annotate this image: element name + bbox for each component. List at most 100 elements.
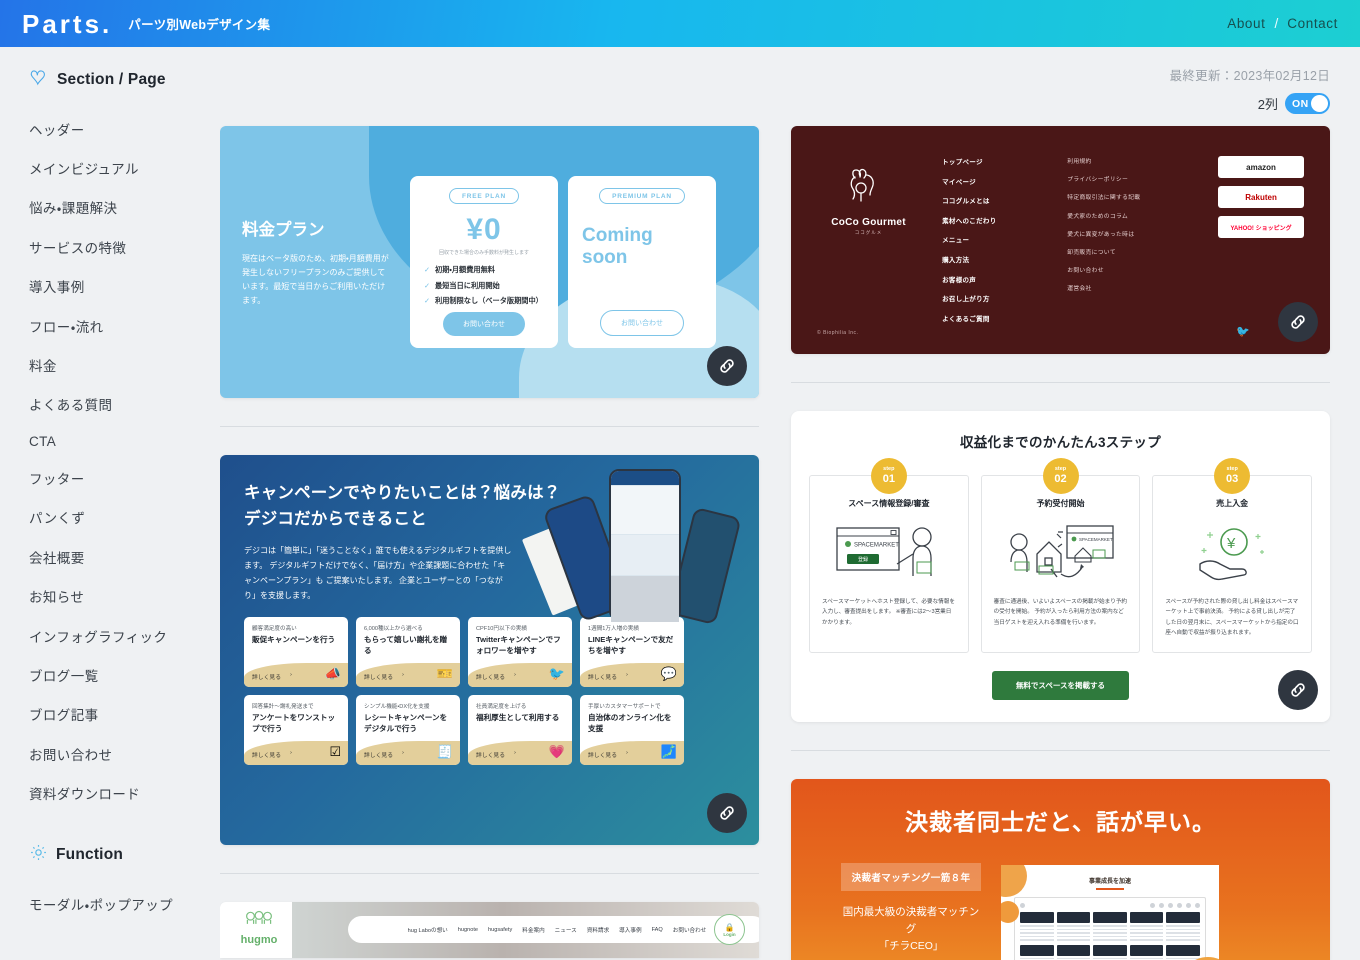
sidebar-item-document-download[interactable]: 資料ダウンロード	[29, 773, 220, 812]
footer-link[interactable]: 素材へのこだわり	[942, 215, 1045, 225]
footer-menu-primary: トップページ マイページ ココグルメとは 素材へのこだわり メニュー 購入方法 …	[942, 156, 1045, 332]
footer-link[interactable]: 特定商取引法に関する記載	[1067, 192, 1196, 201]
footer-link[interactable]: 利用規約	[1067, 156, 1196, 165]
campaign-feature-card[interactable]: シンプル機能・DX化を支援 レシートキャンペーンをデジタルで行う 詳しく見る › …	[356, 695, 460, 766]
campaign-feature-card[interactable]: CPF10円以下の実績 Twitterキャンペーンでフォロワーを増やす 詳しく見…	[468, 617, 572, 688]
footer-link[interactable]: ココグルメとは	[942, 195, 1045, 205]
sidebar-heading-function-label: Function	[56, 845, 124, 863]
footer-link[interactable]: 運営会社	[1067, 283, 1196, 292]
feature-more-link[interactable]: 詳しく見る ›	[476, 750, 516, 759]
sidebar-item-company-profile[interactable]: 会社概要	[29, 537, 220, 576]
feature-more-link[interactable]: 詳しく見る ›	[252, 672, 292, 681]
sidebar-item-flow[interactable]: フロー・流れ	[29, 306, 220, 345]
step-card-01: step 01 スペース情報登録/審査 SPACEMARKET 登録 スペースマ…	[809, 458, 969, 654]
copy-link-button[interactable]	[707, 346, 747, 386]
hugmo-nav-item[interactable]: FAQ	[652, 927, 663, 933]
plan-contact-button[interactable]: お問い合わせ	[600, 309, 684, 336]
copy-link-button[interactable]	[707, 793, 747, 833]
hugmo-nav-item[interactable]: 導入事例	[619, 926, 641, 934]
step-card-02: step 02 予約受付開始 SPACEMARKET 審査に通過後、いよいよスペ…	[980, 458, 1141, 654]
steps-cta-button[interactable]: 無料でスペースを掲載する	[991, 671, 1130, 701]
sidebar-item-blog-list[interactable]: ブログ一覧	[29, 655, 220, 694]
nav-link-contact[interactable]: Contact	[1287, 16, 1338, 31]
campaign-feature-card[interactable]: 社員満足度を上げる 福利厚生として利用する 詳しく見る › 💗	[468, 695, 572, 766]
nav-separator: /	[1274, 16, 1279, 31]
feature-more-link[interactable]: 詳しく見る ›	[252, 750, 292, 759]
step-text: 審査に通過後、いよいよスペースの掲載が始まり予約の受付を開始。 予約が入ったら利…	[993, 599, 1128, 626]
sidebar-item-problem-solving[interactable]: 悩み・課題解決	[29, 188, 220, 227]
sidebar-item-blog-article[interactable]: ブログ記事	[29, 695, 220, 734]
hugmo-login-button[interactable]: 🔒 Login	[714, 914, 745, 945]
feature-subtitle: 手厚いカスタマーサポートで	[588, 704, 661, 711]
footer-link[interactable]: 愛犬家のためのコラム	[1067, 211, 1196, 220]
app-tagline: パーツ別Webデザイン集	[128, 18, 271, 32]
step-card-03: step 03 売上入金 ¥ スペースが予約された際の貸し出し料金はスペースマー…	[1152, 458, 1313, 654]
plan-contact-button[interactable]: お問い合わせ	[443, 312, 525, 336]
card-pricing-plan[interactable]: 料金プラン 現在はベータ版のため、初期・月額費用が発生しないフリープランのみご提…	[220, 126, 759, 398]
footer-link[interactable]: お召し上がり方	[942, 293, 1045, 303]
campaign-feature-card[interactable]: 手厚いカスタマーサポートで 自治体のオンライン化を支援 詳しく見る › 🗾	[580, 695, 684, 766]
sidebar-item-header[interactable]: ヘッダー	[29, 109, 220, 148]
feature-more-link[interactable]: 詳しく見る ›	[364, 750, 404, 759]
dog-logo-icon	[841, 162, 897, 210]
sidebar-item-cta[interactable]: CTA	[29, 424, 220, 458]
plan-feature: ✓ 初期・月額費用無料	[424, 265, 544, 275]
nav-link-about[interactable]: About	[1227, 16, 1265, 31]
card-steps[interactable]: 収益化までのかんたん3ステップ step 01 スペース情報登録/審査 SPAC…	[791, 411, 1330, 723]
hugmo-nav-item[interactable]: お問い合わせ	[673, 926, 707, 934]
campaign-feature-card[interactable]: 1週間1万人増の実績 LINEキャンペーンで友だちを増やす 詳しく見る › 💬	[580, 617, 684, 688]
feature-more-link[interactable]: 詳しく見る ›	[588, 672, 628, 681]
footer-link[interactable]: 購入方法	[942, 254, 1045, 264]
footer-link[interactable]: 愛犬に異変があった時は	[1067, 229, 1196, 238]
hugmo-nav-item[interactable]: hugsafety	[488, 927, 512, 933]
sidebar-item-contact[interactable]: お問い合わせ	[29, 734, 220, 773]
campaign-feature-card[interactable]: 回答集計〜謝礼発送まで アンケートをワンストップで行う 詳しく見る › ☑	[244, 695, 348, 766]
feature-more-link[interactable]: 詳しく見る ›	[588, 750, 628, 759]
footer-link[interactable]: お客様の声	[942, 274, 1045, 284]
sidebar-heading-section-page: Section / Page	[29, 69, 220, 91]
sidebar-item-news[interactable]: お知らせ	[29, 577, 220, 616]
sidebar-item-main-visual[interactable]: メインビジュアル	[29, 148, 220, 187]
footer-link[interactable]: 卸売販売について	[1067, 247, 1196, 256]
footer-link[interactable]: お問い合わせ	[1067, 265, 1196, 274]
sidebar-item-modal-popup[interactable]: モーダル・ポップアップ	[29, 885, 220, 924]
sidebar-item-faq[interactable]: よくある質問	[29, 385, 220, 424]
sidebar-item-service-features[interactable]: サービスの特徴	[29, 227, 220, 266]
copy-link-button[interactable]	[1278, 302, 1318, 342]
twitter-icon[interactable]: 🐦	[1236, 325, 1250, 338]
card-campaign[interactable]: キャンペーンでやりたいことは？悩みは？ デジコだからできること デジコは「簡単に…	[220, 455, 759, 845]
hugmo-nav-item[interactable]: 資料請求	[587, 926, 609, 934]
column-toggle-switch[interactable]: ON	[1285, 93, 1330, 114]
footer-link[interactable]: トップページ	[942, 156, 1045, 166]
sidebar-item-pricing[interactable]: 料金	[29, 345, 220, 384]
step-label: step	[1226, 466, 1238, 473]
card-orange-cta[interactable]: 決裁者同士だと、話が早い。 決裁者マッチング一筋８年 国内最大級の決裁者マッチン…	[791, 779, 1330, 960]
footer-link[interactable]: メニュー	[942, 234, 1045, 244]
hugmo-nav-item[interactable]: hug Laboの想い	[408, 926, 448, 934]
campaign-feature-card[interactable]: 顧客満足度の高い 販促キャンペーンを行う 詳しく見る › 📣	[244, 617, 348, 688]
toggle-state-label: ON	[1292, 97, 1309, 110]
hugmo-nav-item[interactable]: 料金案内	[522, 926, 544, 934]
footer-link[interactable]: マイページ	[942, 176, 1045, 186]
copy-link-button[interactable]	[1278, 670, 1318, 711]
footer-link[interactable]: プライバシーポリシー	[1067, 174, 1196, 183]
card-hugmo-header[interactable]: hugmo hug Laboの想い hugnote hugsafety 料金案内…	[220, 902, 759, 958]
shop-badge-yahoo[interactable]: YAHOO! ショッピング	[1218, 216, 1305, 238]
feature-more-link[interactable]: 詳しく見る ›	[476, 672, 516, 681]
sidebar-item-breadcrumb[interactable]: パンくず	[29, 498, 220, 537]
hugmo-nav-item[interactable]: hugnote	[458, 927, 478, 933]
shop-badge-amazon[interactable]: amazon	[1218, 156, 1305, 178]
footer-link[interactable]: よくあるご質問	[942, 313, 1045, 323]
shop-badge-rakuten[interactable]: Rakuten	[1218, 186, 1305, 208]
sidebar-item-infographic[interactable]: インフォグラフィック	[29, 616, 220, 655]
hugmo-nav-item[interactable]: ニュース	[555, 926, 577, 934]
card-dark-footer[interactable]: CoCo Gourmet ココグルメ トップページ マイページ ココグルメとは …	[791, 126, 1330, 354]
campaign-feature-card[interactable]: 6,000種以上から選べる もらって嬉しい謝礼を贈る 詳しく見る › 🎫	[356, 617, 460, 688]
sidebar-item-footer[interactable]: フッター	[29, 458, 220, 497]
chevron-right-icon: ›	[290, 750, 292, 757]
feature-more-link[interactable]: 詳しく見る ›	[364, 672, 404, 681]
feature-more-label: 詳しく見る	[588, 753, 617, 760]
sidebar-item-case-studies[interactable]: 導入事例	[29, 267, 220, 306]
orange-screenshot-title: 事業成長を加速	[1088, 879, 1131, 886]
orange-badge: 決裁者マッチング一筋８年	[841, 863, 981, 892]
